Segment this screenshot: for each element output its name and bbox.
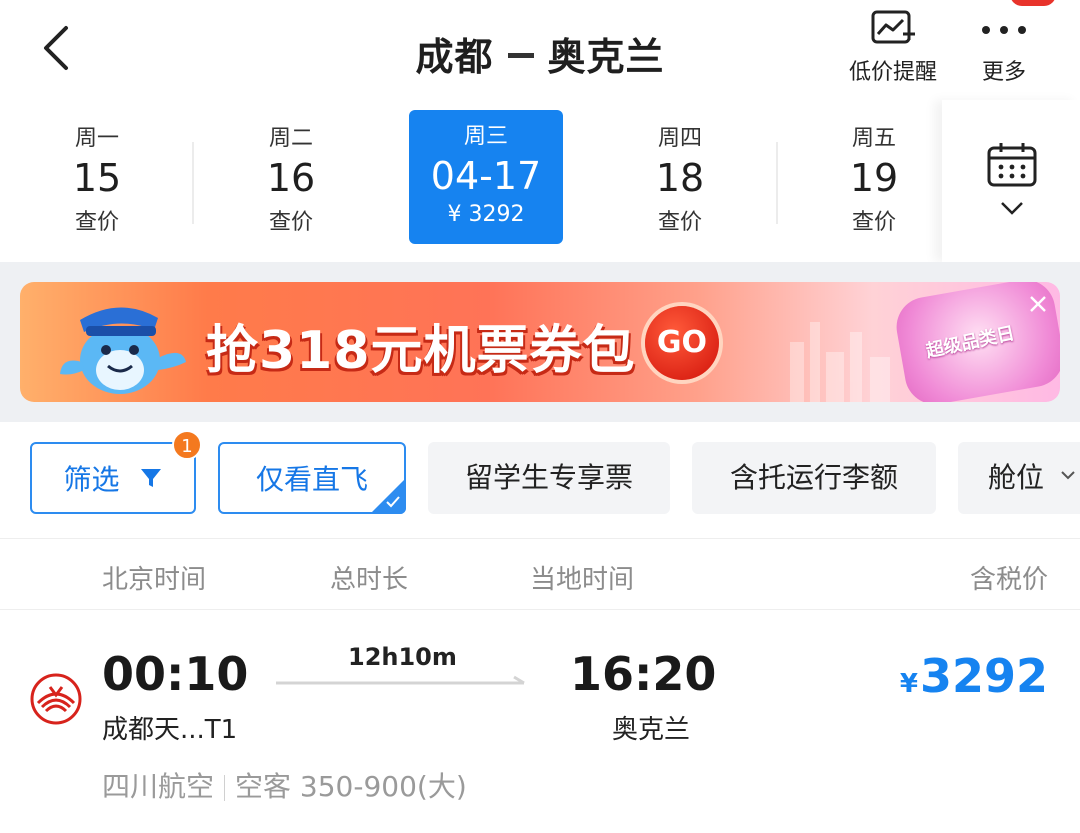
flight-meta: 四川航空 空客 350-900(大) [102, 765, 467, 805]
more-button[interactable]: 更多 [968, 8, 1040, 86]
arrival-time: 16:20 [570, 647, 717, 701]
direct-only-toggle[interactable]: 仅看直飞 [218, 442, 406, 514]
airline-name: 四川航空 [102, 770, 215, 803]
check-icon [386, 496, 400, 508]
origin-city: 成都 [415, 35, 494, 79]
cabin-label: 舱位 [988, 461, 1045, 494]
currency-symbol: ¥ [899, 669, 918, 699]
date-tab-fri[interactable]: 周五 19 查价 [797, 112, 951, 246]
route-dash [507, 53, 534, 58]
route-arrow-icon [276, 675, 525, 685]
col-tax-price[interactable]: 含税价 [970, 559, 1048, 596]
destination-city: 奥克兰 [547, 35, 665, 79]
skyline-decoration [790, 322, 890, 402]
date-price: ¥ 3292 [447, 202, 525, 227]
baggage-filter[interactable]: 含托运行李额 [692, 442, 936, 514]
date-tab-thu[interactable]: 周四 18 查价 [603, 112, 757, 246]
chevron-down-icon [1001, 202, 1023, 215]
date-price: 查价 [851, 210, 896, 235]
divider [776, 142, 778, 224]
date-weekday: 周五 [851, 126, 896, 151]
chevron-down-icon [1061, 471, 1075, 480]
close-icon[interactable] [1026, 292, 1050, 316]
date-tab-wed-selected[interactable]: 周三 04-17 ¥ 3292 [409, 110, 563, 244]
funnel-icon [141, 469, 162, 487]
filter-button[interactable]: 筛选 1 [30, 430, 202, 514]
low-price-alert-button[interactable]: 低价提醒 [840, 8, 946, 86]
promo-text: 抢318元机票券包 [206, 321, 636, 381]
departure-time: 00:10 [102, 647, 249, 701]
divider [192, 142, 194, 224]
baggage-label: 含托运行李额 [729, 461, 898, 494]
date-day: 19 [849, 156, 899, 200]
top-bar: 成都 奥克兰 低价提醒 更多 [0, 0, 1080, 100]
dolphin-mascot-icon [60, 307, 186, 394]
date-weekday: 周三 [463, 124, 508, 149]
date-day: 18 [655, 156, 705, 200]
col-beijing-time[interactable]: 北京时间 [102, 559, 206, 596]
chart-alert-icon [871, 10, 915, 44]
more-dots-icon [982, 26, 1026, 34]
date-weekday: 周一 [74, 126, 119, 151]
departure-airport: 成都天...T1 [102, 715, 238, 745]
aircraft-type: 空客 350-900(大) [235, 770, 467, 803]
promo-banner[interactable]: 抢318元机票券包 GO 超级品类日 [20, 282, 1060, 402]
filter-count-badge: 1 [172, 430, 202, 460]
price-value: 3292 [919, 649, 1048, 703]
col-local-time[interactable]: 当地时间 [530, 559, 634, 596]
cabin-filter[interactable]: 舱位 [958, 442, 1080, 514]
date-day: 16 [266, 156, 316, 200]
go-button[interactable]: GO [645, 306, 719, 380]
divider [224, 775, 226, 801]
column-header-row: 北京时间 总时长 当地时间 含税价 [0, 538, 1080, 610]
more-label: 更多 [981, 60, 1026, 85]
date-weekday: 周二 [268, 126, 313, 151]
notification-badge [1010, 0, 1056, 6]
flight-price: ¥3292 [900, 649, 1048, 703]
filter-label: 筛选 [63, 463, 120, 496]
direct-label: 仅看直飞 [255, 463, 368, 496]
student-label: 留学生专享票 [464, 461, 633, 494]
date-price: 查价 [268, 210, 313, 235]
calendar-icon [987, 143, 1037, 187]
student-ticket-filter[interactable]: 留学生专享票 [428, 442, 670, 514]
filter-bar: 筛选 1 仅看直飞 留学生专享票 含托运行李额 舱位 [0, 422, 1080, 538]
calendar-button[interactable] [942, 100, 1080, 262]
date-day: 04-17 [430, 154, 542, 198]
date-price: 查价 [657, 210, 702, 235]
date-day: 15 [72, 156, 122, 200]
date-tab-mon[interactable]: 周一 15 查价 [20, 112, 174, 246]
date-selector: 周一 15 查价 周二 16 查价 周三 04-17 ¥ 3292 周四 18 … [0, 100, 1080, 262]
date-price: 查价 [74, 210, 119, 235]
date-weekday: 周四 [657, 126, 702, 151]
arrival-airport: 奥克兰 [612, 715, 691, 745]
sichuan-airlines-logo-icon [30, 673, 82, 725]
date-tab-tue[interactable]: 周二 16 查价 [214, 112, 368, 246]
flight-card[interactable]: 00:10 成都天...T1 12h10m 16:20 奥克兰 ¥3292 四川… [0, 611, 1080, 833]
flight-duration: 12h10m [348, 643, 457, 671]
alert-label: 低价提醒 [848, 60, 937, 85]
col-duration[interactable]: 总时长 [330, 559, 408, 596]
